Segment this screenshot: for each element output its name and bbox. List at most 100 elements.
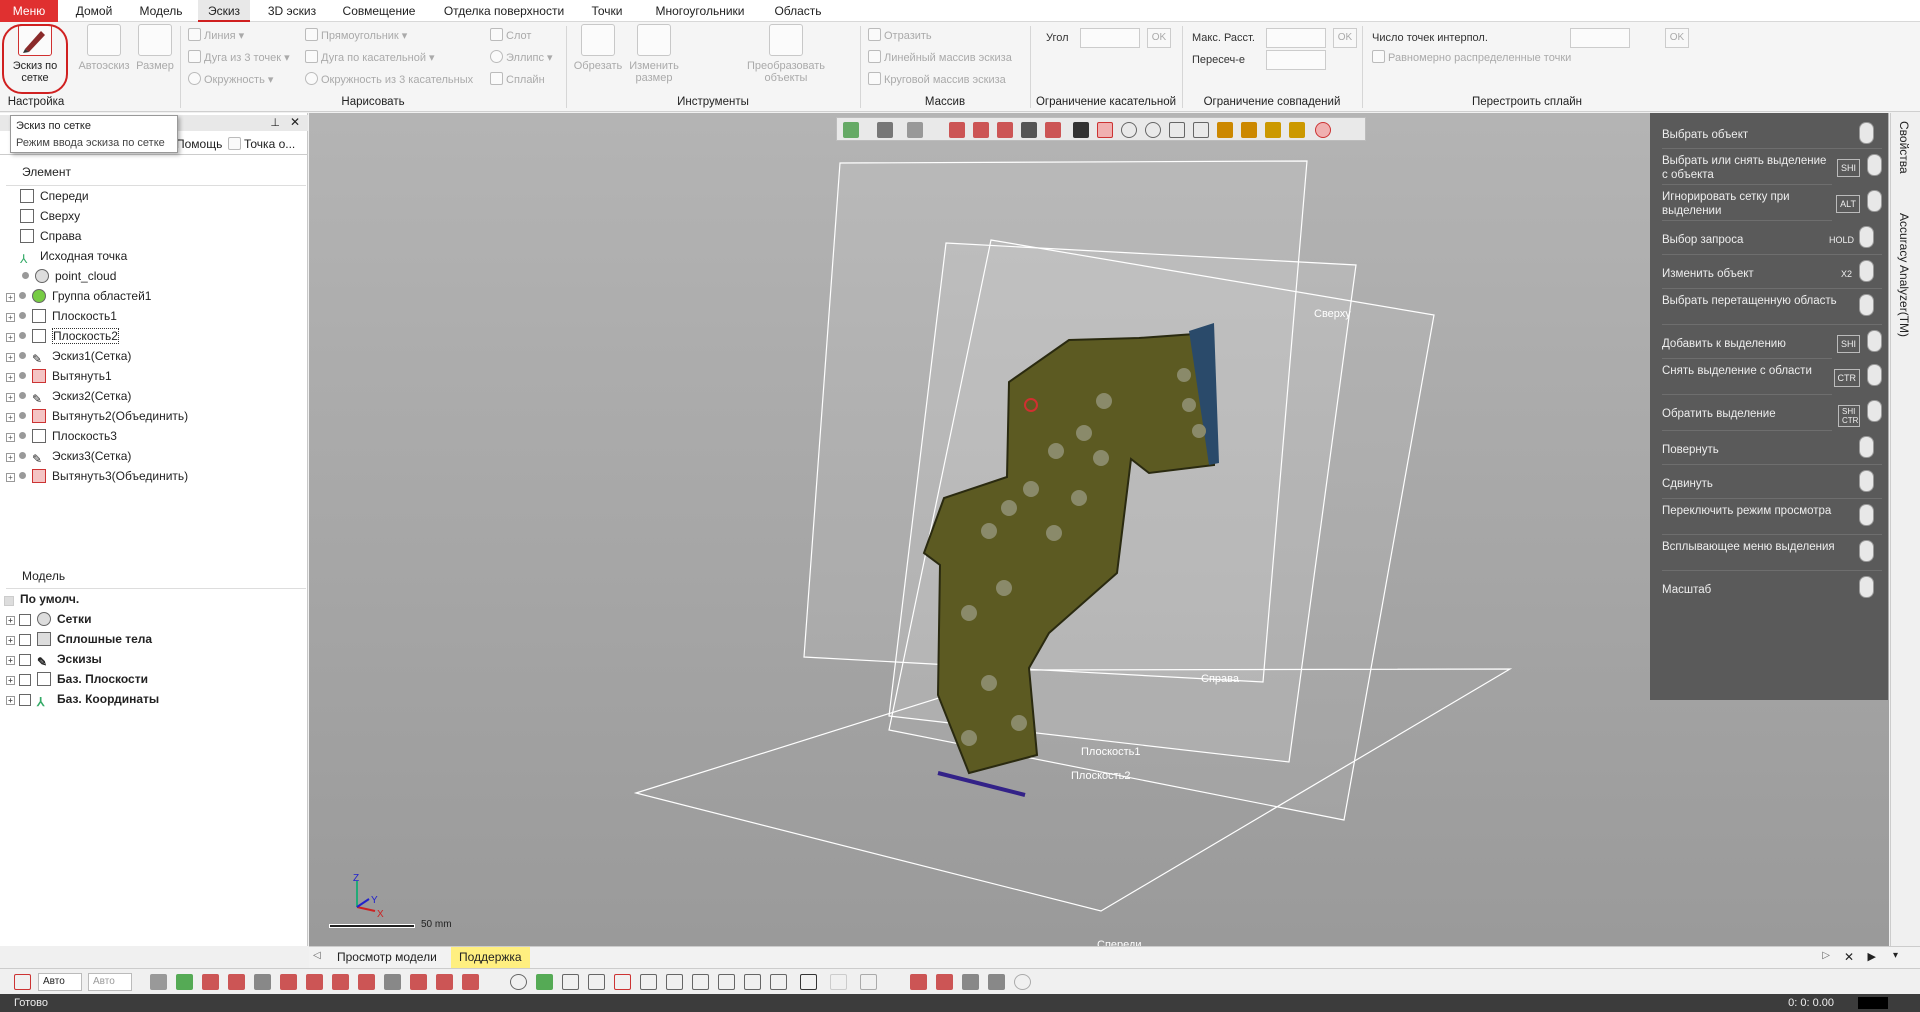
scroll-right-icon[interactable]: ▷ [1822,950,1830,961]
lasso-icon[interactable] [1169,122,1185,138]
size-button[interactable]: Размер [134,24,176,72]
dim-icon-4[interactable] [988,974,1005,990]
visibility-dot[interactable] [19,292,26,299]
vis-icon-9[interactable] [358,974,375,990]
tree-item-plane2[interactable]: + Плоскость2 [6,326,119,346]
snap-icon[interactable] [14,974,31,990]
model-item-default[interactable]: По умолч. [4,589,79,609]
flood-icon[interactable] [1265,122,1281,138]
tree-item-front[interactable]: Спереди [20,186,89,206]
tree-item-extrude1[interactable]: + Вытянуть1 [6,366,112,386]
autosketch-button[interactable]: Автоэскиз [76,24,132,72]
display-mode-icon[interactable] [843,122,859,138]
next-icon[interactable]: ▶ [1868,950,1876,963]
max-dist-input[interactable] [1266,28,1326,48]
tree-item-region-group[interactable]: + Группа областей1 [6,286,151,306]
circle-select-icon[interactable] [1145,122,1161,138]
select-mode-icon-1[interactable] [510,974,527,990]
select-box-icon[interactable] [1097,122,1113,138]
circle3-tool[interactable]: Окружность из 3 касательных [305,72,473,88]
tab-model-view[interactable]: Просмотр модели [337,950,437,964]
tab-help[interactable]: Помощь [176,137,222,151]
vis-icon-12[interactable] [436,974,453,990]
target-icon[interactable] [1121,122,1137,138]
vis-icon-2[interactable] [176,974,193,990]
dim-icon-5[interactable] [1014,974,1031,990]
layers-icon[interactable] [860,974,877,990]
fill-icon[interactable] [1241,122,1257,138]
brush-icon[interactable] [1217,122,1233,138]
tab-points[interactable]: Точки [584,0,630,22]
slot-tool[interactable]: Слот [490,28,531,44]
dim-icon-1[interactable] [910,974,927,990]
arc3-tool[interactable]: Дуга из 3 точек ▾ [188,50,290,66]
model-item-ref-coords[interactable]: + ⅄ Баз. Координаты [6,689,159,709]
model-item-ref-planes[interactable]: + Баз. Плоскости [6,669,148,689]
tab-support[interactable]: Поддержка [451,947,530,968]
tree-item-sketch3[interactable]: + ✎ Эскиз3(Сетка) [6,446,131,466]
visibility-dot[interactable] [19,452,26,459]
eye-icon[interactable] [19,694,31,706]
paint-select-icon[interactable] [1193,122,1209,138]
spline-tool[interactable]: Сплайн [490,72,545,88]
dropdown-icon[interactable]: ▾ [1893,950,1898,961]
visibility-dot[interactable] [19,352,26,359]
measure-icon[interactable] [800,974,817,990]
clip2-icon[interactable] [997,122,1013,138]
select-mode-icon-2[interactable] [536,974,553,990]
intersect-input[interactable] [1266,50,1326,70]
vis-icon-7[interactable] [306,974,323,990]
visibility-dot[interactable] [22,272,29,279]
vis-icon-6[interactable] [280,974,297,990]
menu-button[interactable]: Меню [0,0,58,22]
smart-select-icon[interactable] [1289,122,1305,138]
mirror-tool[interactable]: Отразить [868,28,932,44]
select-mode-icon-3[interactable] [562,974,579,990]
tab-point[interactable]: Точка о... [228,137,295,151]
visibility-dot[interactable] [19,332,26,339]
eye-icon[interactable] [19,654,31,666]
line-tool[interactable]: Линия ▾ [188,28,244,44]
tab-surface-finish[interactable]: Отделка поверхности [434,0,574,22]
tree-item-sketch1[interactable]: + ✎ Эскиз1(Сетка) [6,346,131,366]
select-mode-icon-9[interactable] [718,974,735,990]
tab-3d-sketch[interactable]: 3D эскиз [264,0,320,22]
select-mode-icon-8[interactable] [692,974,709,990]
tab-accuracy-analyzer[interactable]: Accuracy Analyzer(TM) [1897,213,1911,337]
select-mode-icon-6[interactable] [640,974,657,990]
trim-button[interactable]: Обрезать [570,24,626,72]
max-dist-ok-button[interactable]: OK [1333,28,1357,48]
visibility-dot[interactable] [19,392,26,399]
angle-input[interactable] [1080,28,1140,48]
tab-alignment[interactable]: Совмещение [336,0,422,22]
resize-button[interactable]: Изменить размер [626,24,682,84]
tab-properties[interactable]: Свойства [1897,121,1911,174]
explode-icon[interactable] [1045,122,1061,138]
select-mode-icon-7[interactable] [666,974,683,990]
select-mode-icon-10[interactable] [744,974,761,990]
vis-icon-5[interactable] [254,974,271,990]
tab-sketch[interactable]: Эскиз [198,0,250,22]
section-icon[interactable] [949,122,965,138]
circular-array-tool[interactable]: Круговой массив эскиза [868,72,1006,88]
uniform-points-checkbox[interactable]: Равномерно распределенные точки [1372,50,1571,66]
dim-icon-2[interactable] [936,974,953,990]
vis-icon-10[interactable] [384,974,401,990]
tab-model[interactable]: Модель [136,0,186,22]
pin-icon[interactable]: ⊥ [270,116,280,129]
split-icon[interactable] [1021,122,1037,138]
tree-item-plane1[interactable]: + Плоскость1 [6,306,117,326]
vis-icon-13[interactable] [462,974,479,990]
tree-item-plane3[interactable]: + Плоскость3 [6,426,117,446]
visibility-dot[interactable] [19,372,26,379]
tab-home[interactable]: Домой [70,0,118,22]
measure2-icon[interactable] [830,974,847,990]
vis-icon-8[interactable] [332,974,349,990]
tab-region[interactable]: Область [766,0,830,22]
close-tab-icon[interactable]: ✕ [1844,950,1854,964]
rect-tool[interactable]: Прямоугольник ▾ [305,28,407,44]
interp-points-input[interactable] [1570,28,1630,48]
visibility-dot[interactable] [19,312,26,319]
interp-ok-button[interactable]: OK [1665,28,1689,48]
circle-tool[interactable]: Окружность ▾ [188,72,273,88]
